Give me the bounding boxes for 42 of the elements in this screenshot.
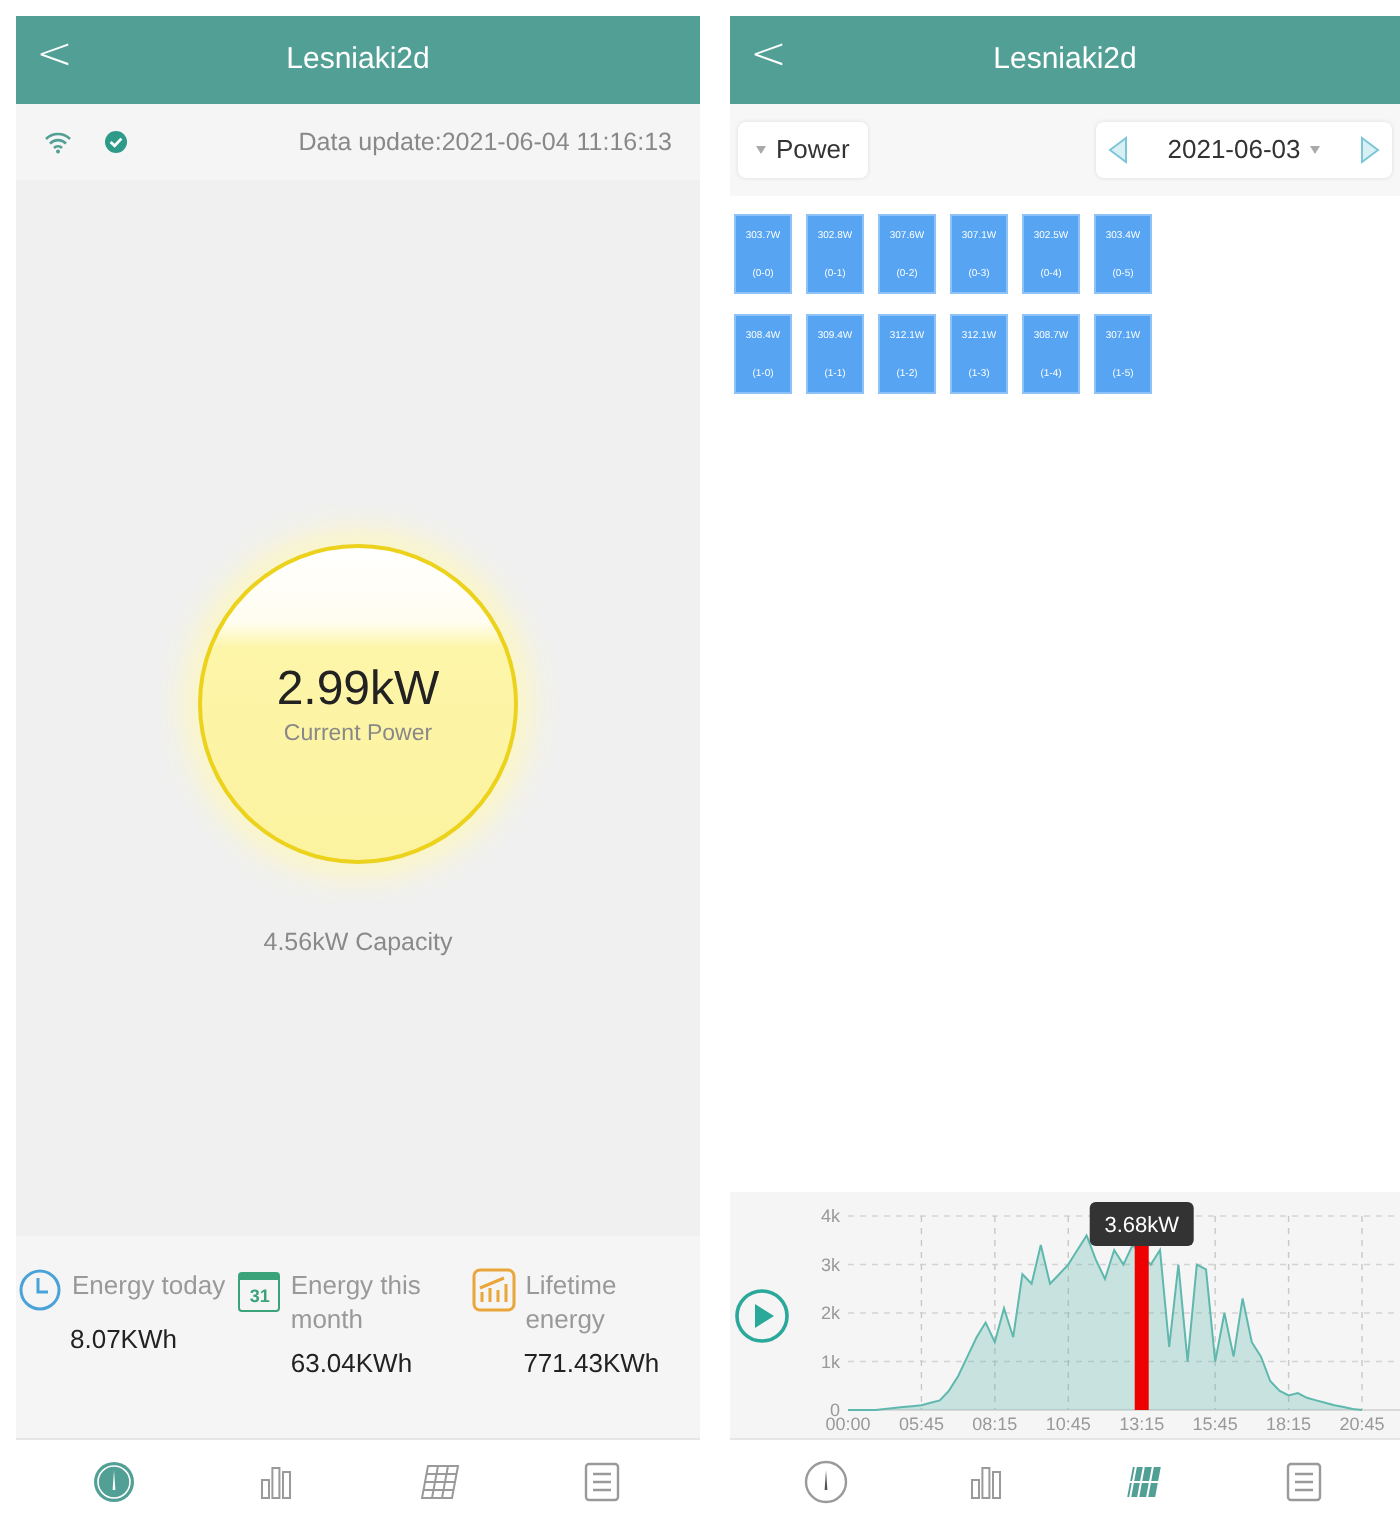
annotation: 3.68kW <box>1104 1214 1181 1238</box>
axis-label: 3k <box>820 1254 840 1275</box>
caret-icon <box>1310 146 1321 154</box>
window-title: Lesniaki2d <box>286 39 430 80</box>
gauge-icon <box>89 1457 138 1505</box>
metric-dropdown[interactable]: Power <box>738 122 868 178</box>
next-icon[interactable] <box>1360 136 1380 164</box>
axis-label: 20:45 <box>1339 1414 1385 1434</box>
stat-value: 63.04KWh <box>290 1346 415 1382</box>
stat-value: 8.07KWh <box>70 1322 179 1358</box>
previous-icon[interactable] <box>1108 136 1128 164</box>
back-button[interactable]: < <box>750 32 787 80</box>
axis-label: 13:15 <box>1119 1414 1165 1434</box>
axis-label: 08:15 <box>972 1414 1018 1434</box>
axis-label: 15:45 <box>1192 1414 1238 1434</box>
update-time: Data update:2021-06-04 11:16:13 <box>298 125 672 160</box>
axis-label: 18:15 <box>1266 1414 1312 1434</box>
calendar-icon: 31 <box>238 1272 281 1312</box>
stat-label: Energy this month <box>290 1268 423 1336</box>
date-dropdown[interactable]: 2021-06-03 <box>1167 130 1321 170</box>
clock-icon <box>18 1268 62 1312</box>
current-power-label: Current Power <box>283 720 433 751</box>
axis-label: 10:45 <box>1045 1414 1091 1434</box>
back-button[interactable]: < <box>36 32 73 80</box>
axis-label: 00:00 <box>825 1414 871 1434</box>
play-icon[interactable] <box>734 1287 790 1343</box>
caret-icon <box>756 146 766 154</box>
value-tooltip: 3.68kW <box>1089 1202 1194 1246</box>
axis-label: 4k <box>820 1206 840 1226</box>
stat-value: 771.43KWh <box>523 1346 662 1382</box>
axis-label: 1k <box>820 1351 840 1372</box>
axis-label: 05:45 <box>898 1414 944 1434</box>
stat-label: Lifetime energy <box>525 1268 619 1336</box>
window-title: Lesniaki2d <box>993 39 1137 80</box>
current-power-value: 2.99kW <box>276 662 440 719</box>
stat-label: Energy today <box>72 1268 228 1302</box>
wifi-icon <box>44 130 72 154</box>
capacity-text: 4.56kW Capacity <box>263 926 453 960</box>
axis-label: 0 <box>829 1400 840 1420</box>
gauge-icon <box>801 1457 850 1505</box>
chart-icon <box>471 1268 516 1312</box>
axis-label: 2k <box>820 1303 840 1323</box>
